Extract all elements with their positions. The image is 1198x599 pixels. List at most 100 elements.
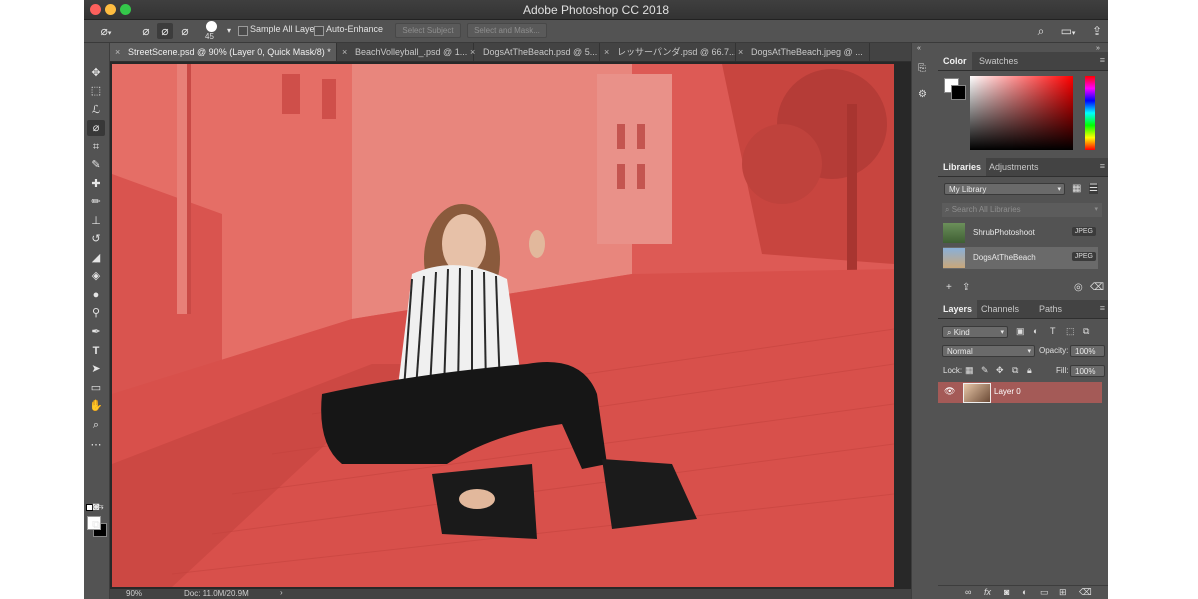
sample-all-layers-checkbox[interactable] [238,26,248,36]
layer-filter-select[interactable]: ⌕ Kind ▾ [942,326,1008,338]
collapse-panels-icon[interactable]: « [917,45,921,52]
eyedropper-tool-icon[interactable]: ✎ [87,157,105,173]
lock-artboard-icon[interactable]: ⧉ [1012,365,1018,376]
clone-stamp-tool-icon[interactable]: ⊥ [87,213,105,229]
blur-tool-icon[interactable]: ● [87,287,105,303]
screen-mode-icon[interactable]: ⧉ [87,517,105,533]
tab-paths[interactable]: Paths [1034,300,1067,318]
marquee-tool-icon[interactable]: ⬚ [87,83,105,99]
filter-shape-icon[interactable]: ⬚ [1066,326,1075,337]
filter-adjustment-icon[interactable]: ◐ [1033,326,1038,336]
tab-streetscene[interactable]: × StreetScene.psd @ 90% (Layer 0, Quick … [110,43,337,61]
tab-swatches[interactable]: Swatches [974,52,1023,70]
brush-picker-chevron-icon[interactable]: ▾ [221,23,237,39]
layer-name[interactable]: Layer 0 [994,387,1021,396]
add-to-selection-icon[interactable]: ⌀ [157,23,173,39]
list-item[interactable]: DogsAtTheBeach JPEG [943,247,1098,269]
lasso-tool-icon[interactable]: ℒ [87,102,105,118]
lock-all-icon[interactable]: 🔒︎ [1027,365,1032,376]
rectangle-tool-icon[interactable]: ▭ [87,380,105,396]
grid-view-icon[interactable]: ▦ [1072,183,1081,194]
tab-dogsatthebeach-jpeg[interactable]: × DogsAtTheBeach.jpeg @ ... [733,43,870,61]
status-arrow-icon[interactable]: › [280,588,283,597]
properties-panel-icon[interactable]: ⚙ [918,89,927,100]
tab-adjustments[interactable]: Adjustments [984,158,1044,176]
close-tab-icon[interactable]: × [115,43,120,61]
color-field[interactable] [970,76,1073,150]
tab-red-panda[interactable]: × レッサーパンダ.psd @ 66.7... [599,43,736,61]
filter-pixel-icon[interactable]: ▣ [1016,326,1025,337]
table-row[interactable]: 👁︎ Layer 0 [938,382,1102,403]
close-tab-icon[interactable]: × [342,43,347,61]
lock-pixels-icon[interactable]: ✎ [981,365,989,376]
hand-tool-icon[interactable]: ✋ [87,398,105,414]
close-tab-icon[interactable]: × [470,43,475,61]
color-background-swatch[interactable] [951,85,966,100]
library-select[interactable]: My Library ▾ [944,183,1065,195]
lock-transparent-icon[interactable]: ▦ [965,365,974,376]
tool-preset-picker[interactable]: ⌀▾ [94,23,118,39]
lock-position-icon[interactable]: ✥ [996,365,1004,376]
collapse-dock-icon[interactable]: » [1096,45,1100,52]
type-tool-icon[interactable]: T [87,343,105,359]
library-search-input[interactable]: ⌕ Search All Libraries ▾ [942,203,1102,217]
auto-enhance-checkbox[interactable] [314,26,324,36]
add-mask-icon[interactable]: ◙ [1004,587,1009,597]
quick-mask-icon[interactable]: ◙ [87,499,105,515]
new-group-icon[interactable]: ▭ [1040,587,1049,598]
tab-dogsatthebeach-psd[interactable]: × DogsAtTheBeach.psd @ 5... [465,43,600,61]
filter-type-icon[interactable]: T [1050,326,1056,336]
tab-channels[interactable]: Channels [976,300,1024,318]
cloud-sync-icon[interactable]: ◎ [1074,282,1083,293]
history-brush-tool-icon[interactable]: ↺ [87,231,105,247]
trash-icon[interactable]: ⌫ [1090,282,1104,293]
tab-layers[interactable]: Layers [938,300,978,318]
select-and-mask-button[interactable]: Select and Mask... [467,23,547,38]
path-selection-tool-icon[interactable]: ➤ [87,361,105,377]
hue-slider[interactable] [1085,76,1095,150]
panel-menu-icon[interactable]: ≡ [1100,303,1105,313]
more-tools-icon[interactable]: ⋯ [87,437,105,453]
tab-libraries[interactable]: Libraries [938,158,987,176]
blend-mode-select[interactable]: Normal ▾ [942,345,1035,357]
brush-preview-icon[interactable] [206,21,217,32]
pen-tool-icon[interactable]: ✒ [87,324,105,340]
tab-beachvolleyball[interactable]: × BeachVolleyball_.psd @ 1... [337,43,474,61]
eraser-tool-icon[interactable]: ◢ [87,250,105,266]
share-icon[interactable]: ⇪ [1089,23,1105,39]
delete-layer-icon[interactable]: ⌫ [1079,587,1092,598]
quick-selection-tool-icon[interactable]: ⌀ [87,120,105,136]
healing-brush-tool-icon[interactable]: ✚ [87,176,105,192]
visibility-eye-icon[interactable]: 👁︎ [944,386,955,397]
close-tab-icon[interactable]: × [604,43,609,61]
document-canvas[interactable] [112,64,894,587]
tab-color[interactable]: Color [938,52,972,70]
canvas-area[interactable] [110,62,964,589]
upload-icon[interactable]: ⇪ [962,282,970,293]
subtract-from-selection-icon[interactable]: ⌀ [177,23,193,39]
search-icon[interactable]: ⌕ [1033,23,1049,39]
zoom-tool-icon[interactable]: ⌕ [87,417,105,433]
list-item[interactable]: ShrubPhotoshoot JPEG [943,222,1098,244]
adjustment-layer-icon[interactable]: ◐ [1022,587,1027,597]
new-layer-icon[interactable]: ⊞ [1059,587,1067,598]
history-panel-icon[interactable]: ⎘ [918,63,926,74]
move-tool-icon[interactable]: ✥ [87,65,105,81]
paint-bucket-tool-icon[interactable]: ◈ [87,268,105,284]
brush-tool-icon[interactable]: ✏ [87,194,105,210]
close-tab-icon[interactable]: × [738,43,743,61]
new-selection-icon[interactable]: ⌀ [138,23,154,39]
workspace-icon[interactable]: ▭▾ [1056,23,1080,39]
add-content-icon[interactable]: + [946,282,952,293]
dodge-tool-icon[interactable]: ⚲ [87,305,105,321]
zoom-level[interactable]: 90% [126,589,142,598]
crop-tool-icon[interactable]: ⌗ [87,139,105,155]
select-subject-button[interactable]: Select Subject [395,23,461,38]
layer-style-icon[interactable]: fx [984,587,991,597]
list-view-icon[interactable]: ☰ [1089,183,1098,194]
filter-smart-object-icon[interactable]: ⧉ [1083,326,1089,337]
link-layers-icon[interactable]: ∞ [965,587,971,597]
fill-input[interactable]: 100% [1070,365,1105,377]
panel-menu-icon[interactable]: ≡ [1100,161,1105,171]
opacity-input[interactable]: 100% [1070,345,1105,357]
